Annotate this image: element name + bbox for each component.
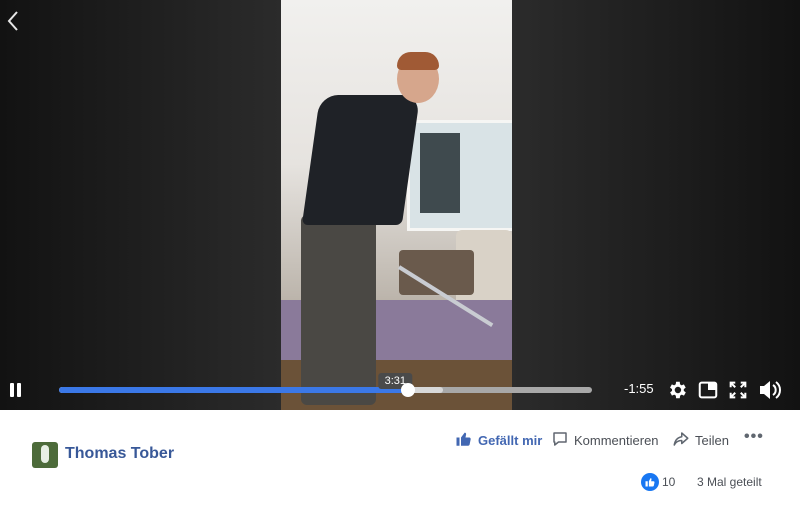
author-name[interactable]: Thomas Tober xyxy=(65,445,174,463)
video-player[interactable]: 3:31 -1:55 xyxy=(0,0,800,410)
progress-handle[interactable] xyxy=(401,383,416,397)
picture-in-picture-icon[interactable] xyxy=(697,379,719,401)
comment-label: Kommentieren xyxy=(574,433,659,448)
pause-icon[interactable] xyxy=(10,383,22,397)
played-bar xyxy=(59,387,409,393)
volume-icon[interactable] xyxy=(758,379,781,401)
share-label: Teilen xyxy=(695,433,729,448)
like-label: Gefällt mir xyxy=(478,433,543,448)
share-count[interactable]: 3 Mal geteilt xyxy=(697,475,762,489)
video-person-hair xyxy=(397,52,439,70)
gear-icon[interactable] xyxy=(666,379,688,401)
avatar[interactable] xyxy=(32,442,58,468)
comment-button[interactable]: Kommentieren xyxy=(551,430,659,451)
share-button[interactable]: Teilen xyxy=(672,430,729,451)
like-count[interactable]: 10 xyxy=(662,475,675,489)
more-icon[interactable]: ••• xyxy=(744,428,764,446)
video-window xyxy=(407,120,512,231)
thumbs-up-icon xyxy=(455,430,473,451)
comment-icon xyxy=(551,430,569,451)
video-letterbox-left xyxy=(0,0,281,410)
like-button[interactable]: Gefällt mir xyxy=(455,430,542,451)
video-frame xyxy=(281,0,512,410)
share-icon xyxy=(672,430,690,451)
video-letterbox-right xyxy=(512,0,800,410)
progress-bar[interactable]: 3:31 xyxy=(59,373,592,397)
chevron-left-icon[interactable] xyxy=(6,10,26,34)
video-person-body xyxy=(301,95,421,225)
video-controls: 3:31 -1:55 xyxy=(0,370,800,410)
like-reaction-icon[interactable] xyxy=(641,473,659,491)
remaining-time: -1:55 xyxy=(624,381,654,396)
fullscreen-icon[interactable] xyxy=(727,379,749,401)
